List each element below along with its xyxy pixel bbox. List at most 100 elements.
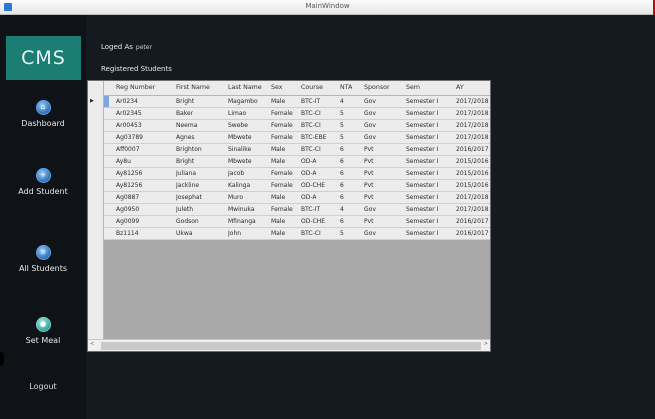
table-cell[interactable]: Swebe	[228, 120, 248, 132]
table-cell[interactable]: Female	[271, 204, 293, 216]
table-cell[interactable]: 5	[340, 228, 344, 240]
table-cell[interactable]: 2017/2018	[456, 120, 489, 132]
scroll-right-icon[interactable]: >	[484, 341, 488, 347]
table-cell[interactable]: BTC-IT	[301, 204, 320, 216]
nav-set-meal[interactable]: ● Set Meal	[0, 317, 86, 357]
table-cell[interactable]: 6	[340, 216, 344, 228]
table-cell[interactable]: Jackline	[176, 180, 199, 192]
table-cell[interactable]: Gov	[364, 204, 376, 216]
table-cell[interactable]: Pvt	[364, 144, 374, 156]
table-cell[interactable]: 2017/2018	[456, 132, 489, 144]
table-cell[interactable]: Ay81256	[116, 180, 142, 192]
students-grid[interactable]: Reg Number First Name Last Name Sex Course NT…	[87, 80, 491, 352]
table-cell[interactable]: Agnes	[176, 132, 195, 144]
table-cell[interactable]: OD-CHE	[301, 180, 325, 192]
table-row[interactable]: Ag0887 Josephat Muro Male OD-A 6 Pvt Semester I…	[104, 192, 490, 204]
table-cell[interactable]: Ag0950	[116, 204, 139, 216]
column-header[interactable]: Course	[301, 81, 323, 95]
table-cell[interactable]: 2015/2016	[456, 168, 489, 180]
table-cell[interactable]: Sinalike	[228, 144, 251, 156]
table-cell[interactable]: 2016/2017	[456, 228, 489, 240]
table-cell[interactable]: Pvt	[364, 156, 374, 168]
table-cell[interactable]: 6	[340, 180, 344, 192]
table-cell[interactable]: Gov	[364, 108, 376, 120]
table-cell[interactable]: Ag0099	[116, 216, 139, 228]
table-cell[interactable]: 4	[340, 96, 344, 108]
table-row[interactable]: Ay8u Bright Mbwete Male OD-A 6 Pvt Semester I 20…	[104, 156, 490, 168]
table-cell[interactable]: 6	[340, 156, 344, 168]
table-cell[interactable]: Godson	[176, 216, 199, 228]
table-cell[interactable]: Ay81256	[116, 168, 142, 180]
table-cell[interactable]: Juleth	[176, 204, 193, 216]
table-cell[interactable]: 6	[340, 168, 344, 180]
table-cell[interactable]: Female	[271, 108, 293, 120]
table-cell[interactable]: Semester I	[406, 192, 438, 204]
table-cell[interactable]: Pvt	[364, 192, 374, 204]
table-cell[interactable]: Mfinanga	[228, 216, 256, 228]
table-cell[interactable]: Semester I	[406, 132, 438, 144]
table-cell[interactable]: OD-A	[301, 192, 316, 204]
table-row[interactable]: Ag0950 Juleth Mwinuka Female BTC-IT 4 Gov Semes…	[104, 204, 490, 216]
horizontal-scrollbar[interactable]: < >	[88, 339, 490, 351]
table-cell[interactable]: 5	[340, 132, 344, 144]
table-cell[interactable]: Muro	[228, 192, 243, 204]
table-cell[interactable]: Semester I	[406, 180, 438, 192]
table-cell[interactable]: Ar00453	[116, 120, 142, 132]
table-cell[interactable]: Female	[271, 168, 293, 180]
table-cell[interactable]: Gov	[364, 228, 376, 240]
nav-dashboard[interactable]: ⌂ Dashboard	[0, 100, 86, 140]
table-row[interactable]: Bz1114 Ukwa John Male BTC-CI 5 Gov Semester I 20…	[104, 228, 490, 240]
table-cell[interactable]: BTC-CI	[301, 228, 321, 240]
table-cell[interactable]: Ukwa	[176, 228, 192, 240]
table-cell[interactable]: Semester I	[406, 168, 438, 180]
table-cell[interactable]: 2015/2016	[456, 180, 489, 192]
table-row[interactable]: Ag0099 Godson Mfinanga Male OD-CHE 6 Pvt Semest…	[104, 216, 490, 228]
table-cell[interactable]: 6	[340, 144, 344, 156]
table-row[interactable]: Ar02345 Baker Limao Female BTC-CI 5 Gov Semeste…	[104, 108, 490, 120]
table-cell[interactable]: 2017/2018	[456, 96, 489, 108]
table-cell[interactable]: Gov	[364, 120, 376, 132]
table-cell[interactable]: Male	[271, 144, 285, 156]
table-cell[interactable]: Pvt	[364, 180, 374, 192]
table-cell[interactable]: Ag03789	[116, 132, 143, 144]
table-cell[interactable]: 5	[340, 108, 344, 120]
table-cell[interactable]: Brighton	[176, 144, 202, 156]
scroll-left-icon[interactable]: <	[90, 341, 94, 347]
table-cell[interactable]: BTC-CI	[301, 144, 321, 156]
table-cell[interactable]: Aff0007	[116, 144, 140, 156]
table-cell[interactable]: Baker	[176, 108, 193, 120]
nav-add-student[interactable]: + Add Student	[0, 168, 86, 208]
table-cell[interactable]: Pvt	[364, 168, 374, 180]
column-header[interactable]: Sex	[271, 81, 283, 95]
column-header[interactable]: Last Name	[228, 81, 262, 95]
table-cell[interactable]: 2016/2017	[456, 216, 489, 228]
table-cell[interactable]: Mbwete	[228, 132, 252, 144]
column-header[interactable]: NTA	[340, 81, 352, 95]
table-row[interactable]: Ag03789 Agnes Mbwete Female BTC-EBE 5 Gov Semes…	[104, 132, 490, 144]
table-cell[interactable]: Semester I	[406, 96, 438, 108]
table-row[interactable]: Ay81256 Jackline Kalinga Female OD-CHE 6 Pvt Se…	[104, 180, 490, 192]
table-cell[interactable]: OD-A	[301, 168, 316, 180]
table-cell[interactable]: Semester I	[406, 228, 438, 240]
table-cell[interactable]: 2017/2018	[456, 192, 489, 204]
table-cell[interactable]: Juliana	[176, 168, 196, 180]
column-header[interactable]: First Name	[176, 81, 210, 95]
table-cell[interactable]: Male	[271, 96, 285, 108]
table-cell[interactable]: Bright	[176, 156, 194, 168]
table-cell[interactable]: BTC-EBE	[301, 132, 326, 144]
table-cell[interactable]: Neema	[176, 120, 197, 132]
table-cell[interactable]: John	[228, 228, 241, 240]
column-header[interactable]: Sponsor	[364, 81, 390, 95]
table-cell[interactable]: Semester I	[406, 156, 438, 168]
table-cell[interactable]: Kalinga	[228, 180, 250, 192]
table-cell[interactable]: Mbwete	[228, 156, 252, 168]
scroll-thumb[interactable]	[101, 342, 481, 350]
table-cell[interactable]: 6	[340, 192, 344, 204]
table-cell[interactable]: Semester I	[406, 108, 438, 120]
table-cell[interactable]: 5	[340, 120, 344, 132]
table-cell[interactable]: 2017/2018	[456, 204, 489, 216]
table-cell[interactable]: Ar0234	[116, 96, 138, 108]
table-cell[interactable]: Ay8u	[116, 156, 131, 168]
table-cell[interactable]: Limao	[228, 108, 246, 120]
table-row[interactable]: Ay81256 Juliana Jacob Female OD-A 6 Pvt Semeste…	[104, 168, 490, 180]
